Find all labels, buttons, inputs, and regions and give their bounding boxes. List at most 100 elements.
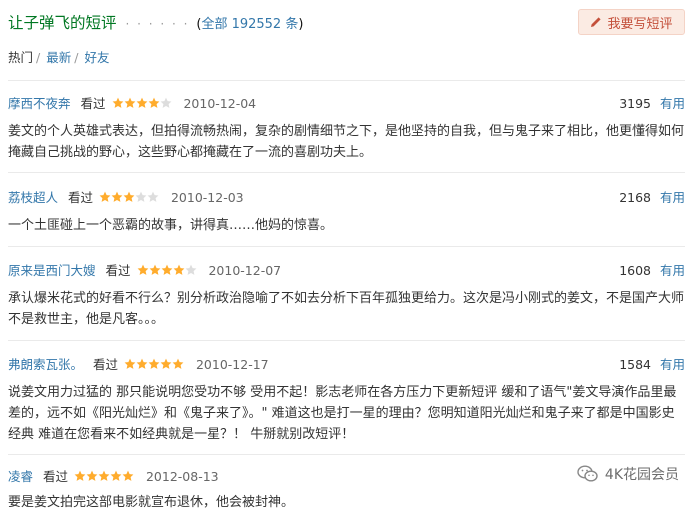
review-text: 姜文的个人英雄式表达，但拍得流畅热闹，复杂的剧情细节之下，是他坚持的自我，但与鬼… — [8, 124, 685, 160]
watermark-text: 4K花园会员 — [604, 467, 679, 483]
tab-separator: / — [36, 50, 41, 65]
review-author[interactable]: 弗朗索瓦张。 — [8, 357, 83, 372]
review-item: 原来是西门大嫂 看过 2010-12-07 1608 有用 承认爆米花式的好看不… — [8, 262, 685, 330]
star-filled-icon — [110, 470, 122, 481]
star-filled-icon — [172, 358, 184, 369]
review-item: 摩西不夜奔 看过 2010-12-04 3195 有用 姜文的个人英雄式表达，但… — [8, 95, 685, 163]
tab-latest[interactable]: 最新 — [46, 50, 71, 65]
rating-stars — [99, 190, 159, 208]
tab-hot[interactable]: 热门 — [8, 50, 33, 65]
star-filled-icon — [148, 358, 160, 369]
review-votes: 2168 有用 — [619, 189, 685, 207]
tab-separator: / — [74, 50, 79, 65]
title-dots: · · · · · · — [125, 17, 190, 31]
watch-status: 看过 — [68, 190, 94, 205]
stars-graphic — [99, 191, 159, 202]
useful-button[interactable]: 有用 — [660, 263, 685, 278]
watch-status: 看过 — [80, 96, 106, 111]
stars-graphic — [112, 97, 171, 108]
vote-count: 1584 — [619, 357, 651, 372]
divider — [8, 172, 685, 173]
tab-friends[interactable]: 好友 — [84, 50, 109, 65]
star-empty-icon — [147, 191, 159, 202]
total-close-paren: ) — [298, 17, 304, 32]
page-title-text: 让子弹飞的短评 — [8, 14, 117, 32]
star-filled-icon — [136, 358, 148, 369]
star-empty-icon — [160, 97, 171, 108]
review-meta: 弗朗索瓦张。 看过 2010-12-17 1584 有用 — [8, 356, 685, 374]
review-date: 2010-12-17 — [195, 357, 269, 372]
star-filled-icon — [149, 264, 160, 275]
watermark: 4K花园会员 — [577, 464, 679, 484]
star-filled-icon — [124, 358, 136, 369]
review-votes — [680, 468, 685, 486]
sort-tabs: 热门 / 最新 / 好友 — [8, 47, 109, 66]
review-text: 承认爆米花式的好看不行么？别分析政治隐喻了不如去分析下百年孤独更给力。这次是冯小… — [8, 291, 685, 327]
write-review-button[interactable]: 我要写短评 — [578, 9, 685, 35]
rating-stars — [124, 357, 184, 375]
review-votes: 3195 有用 — [619, 95, 685, 113]
review-author[interactable]: 凌睿 — [8, 469, 33, 484]
review-date: 2010-12-07 — [208, 263, 282, 278]
star-empty-icon — [135, 191, 147, 202]
star-filled-icon — [136, 97, 147, 108]
star-filled-icon — [112, 97, 123, 108]
review-date: 2012-08-13 — [145, 469, 219, 484]
star-filled-icon — [99, 191, 111, 202]
star-filled-icon — [74, 470, 86, 481]
star-empty-icon — [185, 264, 196, 275]
review-votes: 1584 有用 — [619, 356, 685, 374]
useful-button[interactable]: 有用 — [660, 96, 685, 111]
star-filled-icon — [161, 264, 172, 275]
vote-count: 3195 — [619, 96, 651, 111]
review-text: 一个土匪碰上一个恶霸的故事，讲得真……他妈的惊喜。 — [8, 218, 334, 233]
stars-graphic — [137, 264, 196, 275]
vote-count: 2168 — [619, 190, 651, 205]
review-text: 要是姜文拍完这部电影就宣布退休，他会被封神。 — [8, 495, 295, 510]
review-item: 荔枝超人 看过 2010-12-03 2168 有用 一个土匪碰上一个恶霸的故事… — [8, 189, 685, 236]
stars-graphic — [124, 358, 184, 369]
useful-button[interactable]: 有用 — [660, 190, 685, 205]
write-review-label: 我要写短评 — [607, 16, 673, 32]
review-item: 弗朗索瓦张。 看过 2010-12-17 1584 有用 说姜文用力过猛的 那只… — [8, 356, 685, 445]
star-filled-icon — [86, 470, 98, 481]
rating-stars — [74, 469, 134, 487]
star-filled-icon — [173, 264, 184, 275]
stars-graphic — [74, 470, 134, 481]
star-filled-icon — [123, 191, 135, 202]
divider — [8, 246, 685, 247]
review-meta: 荔枝超人 看过 2010-12-03 2168 有用 — [8, 189, 685, 207]
header: 让子弹飞的短评 · · · · · · (全部 192552 条) 我要写短评 — [8, 9, 685, 35]
review-date: 2010-12-04 — [183, 96, 257, 111]
divider — [8, 340, 685, 341]
review-votes: 1608 有用 — [619, 262, 685, 280]
review-meta: 原来是西门大嫂 看过 2010-12-07 1608 有用 — [8, 262, 685, 280]
review-date: 2010-12-03 — [170, 190, 244, 205]
divider — [8, 454, 685, 455]
review-meta: 摩西不夜奔 看过 2010-12-04 3195 有用 — [8, 95, 685, 113]
star-filled-icon — [122, 470, 134, 481]
star-filled-icon — [148, 97, 159, 108]
pencil-icon — [591, 17, 602, 27]
rating-stars — [112, 96, 172, 114]
rating-stars — [137, 263, 197, 281]
review-author[interactable]: 摩西不夜奔 — [8, 96, 71, 111]
star-filled-icon — [160, 358, 172, 369]
review-text: 说姜文用力过猛的 那只能说明您受功不够 受用不起！影志老师在各方压力下更新短评 … — [8, 385, 677, 442]
star-filled-icon — [98, 470, 110, 481]
watch-status: 看过 — [43, 469, 69, 484]
total-count-label[interactable]: 全部 192552 条 — [201, 17, 298, 32]
review-author[interactable]: 荔枝超人 — [8, 190, 58, 205]
useful-button[interactable]: 有用 — [660, 357, 685, 372]
watch-status: 看过 — [105, 263, 131, 278]
vote-count: 1608 — [619, 263, 651, 278]
star-filled-icon — [137, 264, 148, 275]
page-title: 让子弹飞的短评 · · · · · · (全部 192552 条) — [8, 11, 303, 33]
watch-status: 看过 — [93, 357, 119, 372]
wechat-icon — [577, 465, 598, 482]
star-filled-icon — [111, 191, 123, 202]
star-filled-icon — [124, 97, 135, 108]
review-author[interactable]: 原来是西门大嫂 — [8, 263, 96, 278]
divider — [8, 80, 685, 81]
total-count[interactable]: (全部 192552 条) — [196, 17, 303, 32]
